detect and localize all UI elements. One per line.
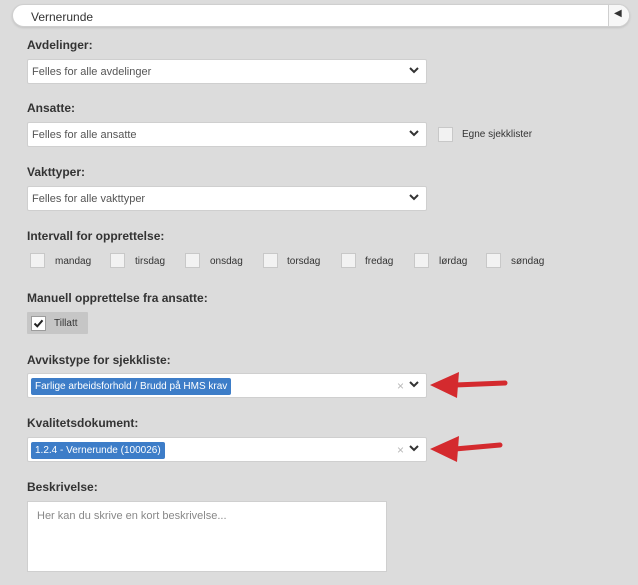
employees-select-value: Felles for alle ansatte	[32, 129, 137, 141]
annotation-arrow-icon	[430, 372, 508, 398]
day-checkbox-mandag[interactable]	[30, 253, 45, 268]
allow-toggle-button[interactable]: Tillatt	[27, 312, 88, 334]
quality-document-label: Kvalitetsdokument:	[27, 416, 139, 430]
clear-icon[interactable]: ×	[397, 379, 404, 393]
allow-label: Tillatt	[54, 318, 78, 329]
day-label-tirsdag: tirsdag	[135, 256, 166, 267]
chevron-down-icon	[409, 381, 419, 388]
own-checklists-checkbox[interactable]	[438, 127, 453, 142]
day-label-lordag: lørdag	[439, 256, 468, 267]
day-checkbox-lordag[interactable]	[414, 253, 429, 268]
interval-label: Intervall for opprettelse:	[27, 229, 165, 243]
day-label-torsdag: torsdag	[287, 256, 321, 267]
own-checklists-label: Egne sjekklister	[462, 129, 533, 140]
description-label: Beskrivelse:	[27, 480, 98, 494]
shift-types-select-value: Felles for alle vakttyper	[32, 193, 146, 205]
shift-types-label: Vakttyper:	[27, 165, 86, 179]
quality-document-select[interactable]: 1.2.4 - Vernerunde (100026) ×	[27, 437, 427, 462]
form-header-bar: Vernerunde ◀	[12, 4, 630, 27]
checkmark-icon	[33, 319, 44, 328]
caret-left-icon: ◀	[614, 8, 622, 19]
day-label-sondag: søndag	[511, 256, 545, 267]
allow-checkbox[interactable]	[31, 316, 46, 331]
description-placeholder: Her kan du skrive en kort beskrivelse...	[37, 510, 227, 522]
employees-select[interactable]: Felles for alle ansatte	[27, 122, 427, 147]
chevron-down-icon	[409, 445, 419, 452]
deviation-type-select[interactable]: Farlige arbeidsforhold / Brudd på HMS kr…	[27, 373, 427, 398]
employees-label: Ansatte:	[27, 101, 76, 115]
day-checkbox-tirsdag[interactable]	[110, 253, 125, 268]
day-checkbox-torsdag[interactable]	[263, 253, 278, 268]
day-checkbox-fredag[interactable]	[341, 253, 356, 268]
form-title: Vernerunde	[31, 10, 94, 24]
manual-creation-label: Manuell opprettelse fra ansatte:	[27, 291, 208, 305]
day-label-mandag: mandag	[55, 256, 92, 267]
clear-icon[interactable]: ×	[397, 443, 404, 457]
day-checkbox-onsdag[interactable]	[185, 253, 200, 268]
shift-types-select[interactable]: Felles for alle vakttyper	[27, 186, 427, 211]
deviation-type-label: Avvikstype for sjekkliste:	[27, 353, 171, 367]
departments-select[interactable]: Felles for alle avdelinger	[27, 59, 427, 84]
chevron-down-icon	[409, 67, 419, 74]
chevron-down-icon	[409, 130, 419, 137]
departments-select-value: Felles for alle avdelinger	[32, 66, 152, 78]
day-label-fredag: fredag	[365, 256, 394, 267]
chevron-down-icon	[409, 194, 419, 201]
description-textarea[interactable]: Her kan du skrive en kort beskrivelse...	[27, 501, 387, 572]
collapse-toggle-button[interactable]: ◀	[608, 5, 629, 26]
day-label-onsdag: onsdag	[210, 256, 243, 267]
departments-label: Avdelinger:	[27, 38, 93, 52]
day-checkbox-sondag[interactable]	[486, 253, 501, 268]
annotation-arrow-icon	[430, 436, 503, 462]
selected-tag[interactable]: Farlige arbeidsforhold / Brudd på HMS kr…	[31, 378, 232, 395]
selected-tag[interactable]: 1.2.4 - Vernerunde (100026)	[31, 442, 165, 459]
